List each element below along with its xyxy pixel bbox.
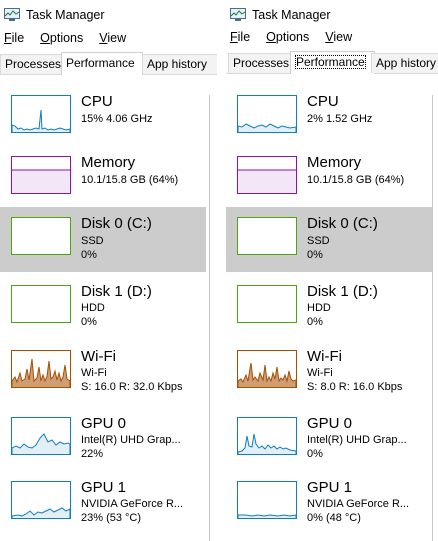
tab-performance[interactable]: Performance (290, 51, 375, 74)
gpu1-graph (237, 481, 297, 519)
item-name: Memory (307, 154, 362, 171)
item-name: CPU (307, 93, 339, 110)
item-name: GPU 1 (307, 479, 353, 496)
item-usage: 0% (307, 448, 323, 460)
item-detail: Intel(R) UHD Grap... (307, 434, 407, 446)
item-name: Wi-Fi (81, 348, 116, 365)
title-bar: Task Manager (4, 5, 105, 25)
cpu-graph (237, 95, 297, 133)
resource-item-gpu0[interactable]: GPU 0 Intel(R) UHD Grap... 22% (0, 412, 206, 478)
resource-item-disk0[interactable]: Disk 0 (C:) SSD 0% (0, 207, 206, 272)
resource-item-gpu1[interactable]: GPU 1 NVIDIA GeForce R... 23% (53 °C) (0, 476, 206, 541)
item-usage: 0% (81, 249, 97, 261)
item-usage: 22% (81, 448, 104, 460)
resource-item-disk0[interactable]: Disk 0 (C:) SSD 0% (226, 207, 432, 272)
window-title: Task Manager (26, 8, 105, 22)
title-bar: Task Manager (230, 5, 331, 25)
resource-list: CPU 15% 4.06 GHz Memory 10.1/15.8 GB (64… (0, 75, 217, 541)
cpu-graph (11, 95, 71, 133)
item-detail: SSD (81, 235, 104, 247)
item-detail: Wi-Fi (81, 367, 107, 379)
item-usage: 0% (307, 249, 323, 261)
item-detail: SSD (307, 235, 330, 247)
window-title: Task Manager (252, 8, 331, 22)
task-manager-window-right: Task Manager File Options View Processes… (226, 0, 438, 541)
tab-processes[interactable]: Processes (0, 54, 64, 74)
resource-item-cpu[interactable]: CPU 2% 1.52 GHz (226, 90, 432, 156)
menu-view[interactable]: View (325, 30, 352, 48)
item-name: GPU 0 (307, 415, 353, 432)
item-detail: HDD (307, 302, 331, 314)
item-name: Disk 1 (D:) (307, 283, 378, 300)
resource-item-disk1[interactable]: Disk 1 (D:) HDD 0% (0, 280, 206, 346)
item-name: Disk 1 (D:) (81, 283, 152, 300)
item-usage: 0% (48 °C) (307, 512, 361, 524)
menu-bar: File Options View (230, 30, 368, 48)
task-manager-icon (230, 8, 246, 21)
resource-list: CPU 2% 1.52 GHz Memory 10.1/15.8 GB (64%… (226, 75, 438, 541)
menu-options[interactable]: Options (40, 31, 83, 49)
item-usage: 0% (307, 316, 323, 328)
menu-file[interactable]: File (230, 30, 250, 48)
list-divider (432, 95, 433, 541)
tab-processes[interactable]: Processes (228, 53, 294, 73)
item-detail: 15% 4.06 GHz (81, 113, 153, 125)
menu-bar: File Options View (4, 31, 142, 49)
memory-graph (11, 156, 71, 194)
disk1-graph (11, 285, 71, 323)
tab-app-history[interactable]: App history (371, 53, 438, 73)
item-usage: 0% (81, 316, 97, 328)
menu-view[interactable]: View (99, 31, 126, 49)
memory-graph (237, 156, 297, 194)
item-name: Wi-Fi (307, 348, 342, 365)
task-manager-window-left: Task Manager File Options View Processes… (0, 0, 217, 541)
disk0-graph (237, 217, 297, 255)
item-detail: 10.1/15.8 GB (64%) (307, 174, 405, 186)
gpu0-graph (11, 417, 71, 455)
resource-item-cpu[interactable]: CPU 15% 4.06 GHz (0, 90, 206, 156)
item-name: Disk 0 (C:) (307, 215, 378, 232)
tab-app-history[interactable]: App history (142, 54, 217, 74)
resource-item-disk1[interactable]: Disk 1 (D:) HDD 0% (226, 280, 432, 346)
item-usage: 23% (53 °C) (81, 512, 142, 524)
resource-item-wifi[interactable]: Wi-Fi Wi-Fi S: 8.0 R: 16.0 Kbps (226, 345, 432, 411)
disk0-graph (11, 217, 71, 255)
gpu1-graph (11, 481, 71, 519)
item-detail: NVIDIA GeForce R... (81, 498, 184, 510)
item-name: Disk 0 (C:) (81, 215, 152, 232)
item-throughput: S: 8.0 R: 16.0 Kbps (307, 381, 403, 393)
menu-options[interactable]: Options (266, 30, 309, 48)
item-name: GPU 0 (81, 415, 127, 432)
tab-strip: Processes Performance App history (0, 52, 217, 75)
task-manager-icon (4, 8, 20, 21)
list-divider (209, 95, 210, 541)
item-detail: HDD (81, 302, 105, 314)
item-detail: Wi-Fi (307, 367, 333, 379)
menu-file[interactable]: File (4, 31, 24, 49)
item-detail: 2% 1.52 GHz (307, 113, 373, 125)
resource-item-gpu0[interactable]: GPU 0 Intel(R) UHD Grap... 0% (226, 412, 432, 478)
resource-item-wifi[interactable]: Wi-Fi Wi-Fi S: 16.0 R: 32.0 Kbps (0, 345, 206, 411)
gpu0-graph (237, 417, 297, 455)
item-detail: NVIDIA GeForce R... (307, 498, 410, 510)
wifi-graph (11, 350, 71, 388)
item-detail: 10.1/15.8 GB (64%) (81, 174, 179, 186)
disk1-graph (237, 285, 297, 323)
item-detail: Intel(R) UHD Grap... (81, 434, 181, 446)
wifi-graph (237, 350, 297, 388)
item-name: Memory (81, 154, 136, 171)
item-name: GPU 1 (81, 479, 127, 496)
item-name: CPU (81, 93, 113, 110)
tab-strip: Processes Performance App history (226, 51, 438, 74)
item-throughput: S: 16.0 R: 32.0 Kbps (81, 381, 183, 393)
resource-item-gpu1[interactable]: GPU 1 NVIDIA GeForce R... 0% (48 °C) (226, 476, 432, 541)
tab-performance[interactable]: Performance (61, 52, 143, 75)
